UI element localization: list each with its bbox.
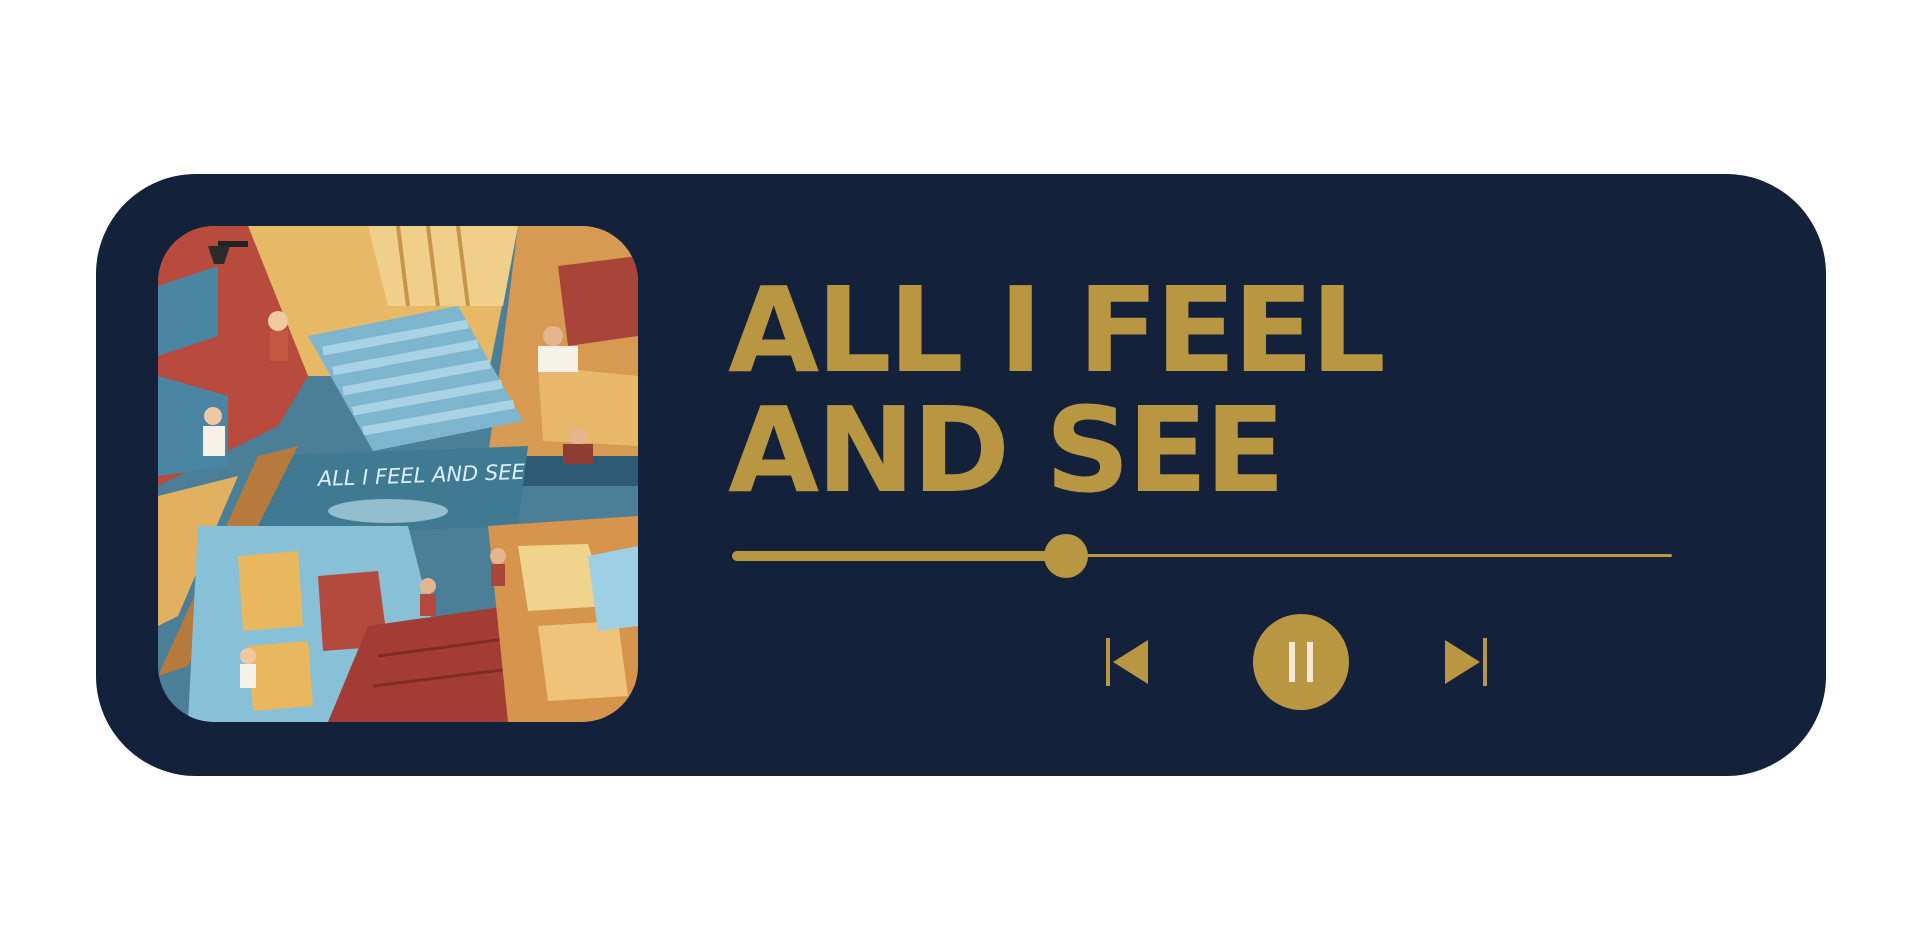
- playback-controls: [1008, 612, 1487, 712]
- next-track-button[interactable]: [1441, 637, 1491, 687]
- page: ALL I FEEL AND SEE ALL I FEEL AND SEE: [0, 0, 1920, 950]
- progress-fill: [732, 551, 1066, 561]
- progress-slider[interactable]: [732, 534, 1672, 578]
- pause-button[interactable]: [1253, 614, 1349, 710]
- album-cover-illustration: ALL I FEEL AND SEE: [158, 226, 638, 722]
- progress-thumb[interactable]: [1044, 534, 1088, 578]
- pause-icon: [1289, 642, 1313, 682]
- skip-previous-icon: [1106, 638, 1148, 686]
- music-player-card: ALL I FEEL AND SEE ALL I FEEL AND SEE: [96, 174, 1826, 776]
- previous-track-button[interactable]: [1102, 637, 1152, 687]
- song-title-line-2: AND SEE: [728, 381, 1285, 519]
- song-title-line-1: ALL I FEEL: [728, 261, 1386, 399]
- song-title: ALL I FEEL AND SEE: [728, 261, 1386, 519]
- album-cover: ALL I FEEL AND SEE: [158, 226, 638, 722]
- skip-next-icon: [1445, 638, 1487, 686]
